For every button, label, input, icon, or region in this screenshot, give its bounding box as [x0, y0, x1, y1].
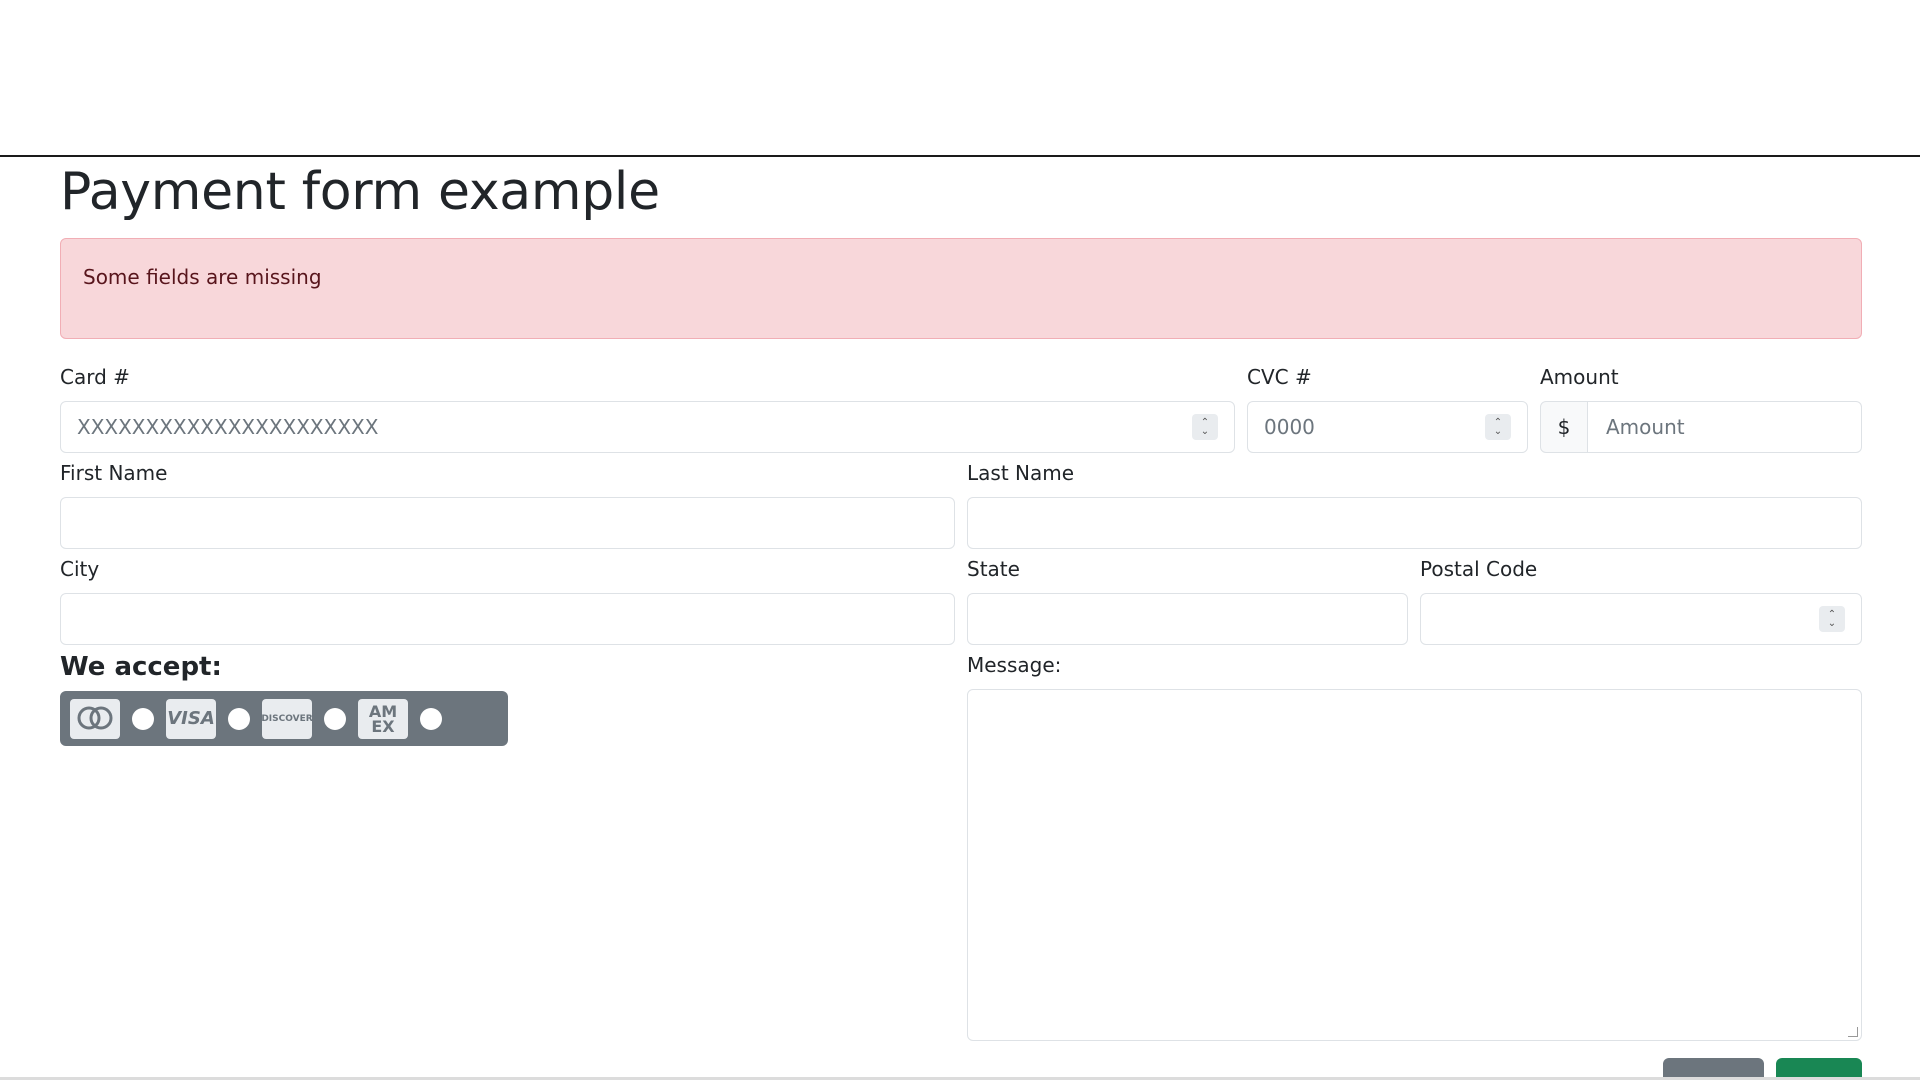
message-label: Message: [967, 653, 1062, 677]
cvc-spinner[interactable]: ⌃ ⌄ [1485, 414, 1511, 440]
mastercard-radio[interactable] [132, 707, 154, 730]
we-accept-heading: We accept: [60, 652, 222, 682]
message-textarea[interactable] [967, 689, 1862, 1041]
cvc-input[interactable]: 0000 ⌃ ⌄ [1247, 401, 1528, 453]
alert-text: Some fields are missing [83, 265, 322, 289]
discover-radio[interactable] [324, 707, 346, 730]
card-number-placeholder: XXXXXXXXXXXXXXXXXXXXXX [77, 415, 379, 439]
cvc-label: CVC # [1247, 365, 1312, 389]
postal-code-label: Postal Code [1420, 557, 1538, 581]
discover-icon: DISCOVER [261, 698, 313, 739]
resize-handle-icon[interactable] [1848, 1027, 1858, 1037]
card-type-selector: VISA DISCOVER AM EX [60, 691, 508, 746]
header-divider [0, 155, 1920, 157]
page-title: Payment form example [60, 162, 660, 222]
visa-radio[interactable] [228, 707, 250, 730]
postal-code-spinner[interactable]: ⌃ ⌄ [1819, 606, 1845, 632]
card-number-spinner[interactable]: ⌃ ⌄ [1192, 414, 1218, 440]
dollar-prefix: $ [1540, 401, 1588, 453]
cvc-placeholder: 0000 [1264, 415, 1315, 439]
card-number-label: Card # [60, 365, 130, 389]
card-number-input[interactable]: XXXXXXXXXXXXXXXXXXXXXX ⌃ ⌄ [60, 401, 1235, 453]
spinner-down-icon: ⌄ [1827, 618, 1837, 629]
visa-icon: VISA [166, 698, 216, 739]
missing-fields-alert: Some fields are missing [60, 238, 1862, 339]
amount-input-group: $ Amount [1540, 401, 1862, 453]
last-name-label: Last Name [967, 461, 1075, 485]
first-name-input[interactable] [60, 497, 955, 549]
state-input[interactable] [967, 593, 1408, 645]
amex-icon: AM EX [358, 698, 408, 739]
payment-form: Payment form example Some fields are mis… [60, 158, 1862, 1041]
city-label: City [60, 557, 100, 581]
last-name-input[interactable] [967, 497, 1862, 549]
amex-radio[interactable] [420, 707, 442, 730]
state-label: State [967, 557, 1020, 581]
mastercard-icon [70, 698, 120, 739]
amount-input[interactable]: Amount [1588, 401, 1862, 453]
spinner-down-icon: ⌄ [1200, 426, 1210, 437]
first-name-label: First Name [60, 461, 168, 485]
amount-label: Amount [1540, 365, 1619, 389]
city-input[interactable] [60, 593, 955, 645]
spinner-down-icon: ⌄ [1493, 426, 1503, 437]
postal-code-input[interactable]: ⌃ ⌄ [1420, 593, 1862, 645]
